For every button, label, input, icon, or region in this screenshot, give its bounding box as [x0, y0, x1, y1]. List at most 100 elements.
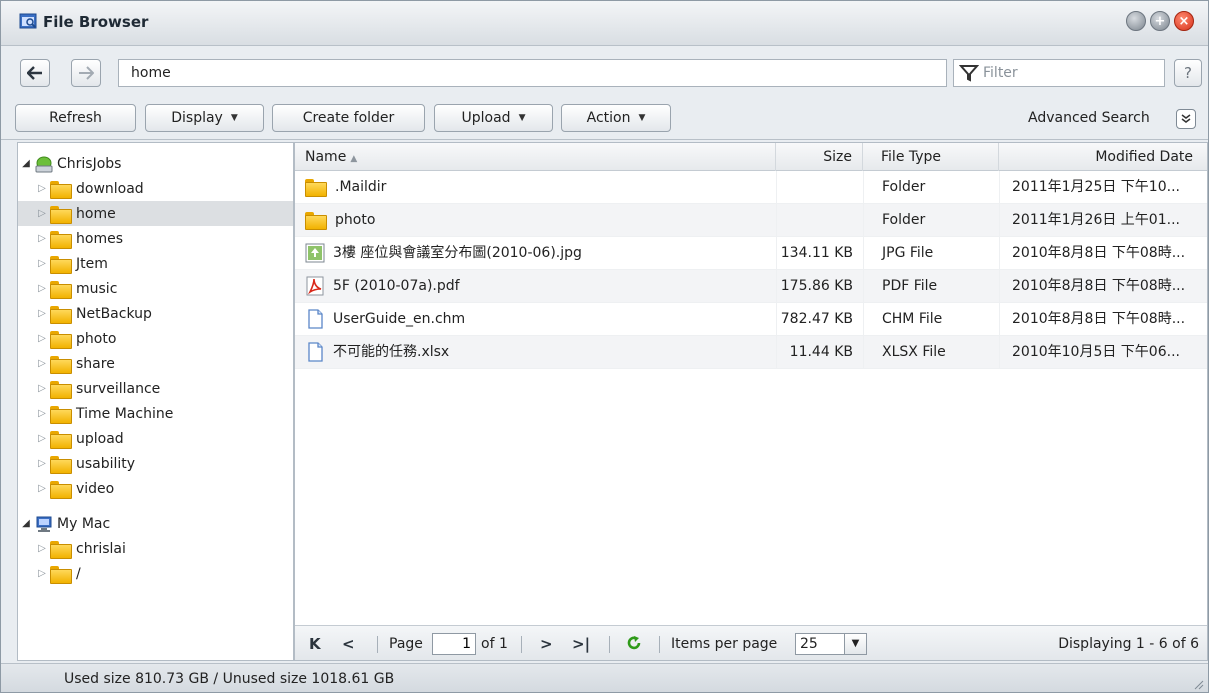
tree-folder-label: Jtem: [76, 255, 108, 272]
minimize-button[interactable]: [1126, 11, 1146, 31]
file-name: .Maildir: [335, 179, 387, 195]
table-row[interactable]: 不可能的任務.xlsx 11.44 KB XLSX File 2010年10月5日 下…: [295, 336, 1207, 369]
cell-type: XLSX File: [863, 336, 999, 368]
collapsed-arrow-icon[interactable]: ▷: [34, 308, 50, 319]
filter-field[interactable]: [953, 59, 1165, 87]
table-row[interactable]: 5F (2010-07a).pdf 175.86 KB PDF File 2010年8…: [295, 270, 1207, 303]
last-page-button[interactable]: >|: [572, 626, 590, 660]
collapsed-arrow-icon[interactable]: ▷: [34, 433, 50, 444]
tree-node-server-folder[interactable]: ▷ usability: [18, 451, 293, 476]
tree-node-server-folder[interactable]: ▷ homes: [18, 226, 293, 251]
expanded-arrow-icon[interactable]: ◢: [18, 518, 34, 529]
collapsed-arrow-icon[interactable]: ▷: [34, 233, 50, 244]
tree-node-server-folder[interactable]: ▷ upload: [18, 426, 293, 451]
first-page-button[interactable]: K: [309, 626, 321, 660]
tree-folder-label: download: [76, 180, 144, 197]
server-icon: [35, 156, 53, 172]
previous-page-button[interactable]: <: [342, 626, 355, 660]
cell-date: 2010年8月8日 下午08時...: [999, 237, 1207, 269]
folder-icon: [50, 280, 72, 299]
collapsed-arrow-icon[interactable]: ▷: [34, 183, 50, 194]
cell-type: CHM File: [863, 303, 999, 335]
display-menu-button[interactable]: Display ▼: [145, 104, 264, 132]
action-label: Action: [586, 110, 631, 126]
column-header-name[interactable]: Name ▲: [295, 143, 776, 171]
tree-node-server-folder[interactable]: ▷ Jtem: [18, 251, 293, 276]
cell-date: 2010年10月5日 下午06...: [999, 336, 1207, 368]
collapsed-arrow-icon[interactable]: ▷: [34, 408, 50, 419]
items-per-page-value: 25: [800, 636, 818, 652]
tree-folder-label: Time Machine: [76, 405, 174, 422]
items-per-page-select[interactable]: 25 ▼: [795, 633, 867, 655]
upload-menu-button[interactable]: Upload ▼: [434, 104, 553, 132]
table-row[interactable]: photo Folder 2011年1月26日 上午01...: [295, 204, 1207, 237]
tree-node-server-folder[interactable]: ▷ Time Machine: [18, 401, 293, 426]
tree-node-server-folder[interactable]: ▷ video: [18, 476, 293, 501]
tree-node-server-folder[interactable]: ▷ share: [18, 351, 293, 376]
resize-grip-icon[interactable]: [1192, 678, 1204, 690]
tree-folder-label: video: [76, 480, 115, 497]
column-header-date[interactable]: Modified Date: [999, 143, 1207, 171]
tree-node-server[interactable]: ◢ ChrisJobs: [18, 151, 293, 176]
next-page-button[interactable]: >: [540, 626, 553, 660]
server-children: ▷ download ▷ home ▷ homes ▷ Jtem ▷ music ▷ NetBacku…: [18, 176, 293, 501]
back-button[interactable]: [20, 59, 50, 87]
tree-folder-label: surveillance: [76, 380, 161, 397]
refresh-icon: [627, 636, 641, 650]
collapsed-arrow-icon[interactable]: ▷: [34, 543, 50, 554]
expand-advanced-search-button[interactable]: [1176, 109, 1196, 129]
cell-name: 3樓 座位與會議室分布圖(2010-06).jpg: [305, 237, 775, 269]
file-name: 不可能的任務.xlsx: [333, 344, 450, 360]
tree-node-server-folder[interactable]: ▷ music: [18, 276, 293, 301]
refresh-label: Refresh: [49, 110, 102, 126]
action-menu-button[interactable]: Action ▼: [561, 104, 671, 132]
collapsed-arrow-icon[interactable]: ▷: [34, 483, 50, 494]
path-input[interactable]: [118, 59, 947, 87]
refresh-list-button[interactable]: [626, 626, 642, 660]
collapsed-arrow-icon[interactable]: ▷: [34, 258, 50, 269]
cell-size: 134.11 KB: [776, 237, 863, 269]
cell-type: PDF File: [863, 270, 999, 302]
expanded-arrow-icon[interactable]: ◢: [18, 158, 34, 169]
tree-folder-label: music: [76, 280, 118, 297]
create-folder-button[interactable]: Create folder: [272, 104, 425, 132]
tree-node-server-folder[interactable]: ▷ photo: [18, 326, 293, 351]
page-number-input[interactable]: [432, 633, 476, 655]
double-chevron-down-icon: [1181, 114, 1191, 123]
tree-node-server-folder[interactable]: ▷ surveillance: [18, 376, 293, 401]
collapsed-arrow-icon[interactable]: ▷: [34, 283, 50, 294]
folder-icon: [50, 355, 72, 374]
collapsed-arrow-icon[interactable]: ▷: [34, 358, 50, 369]
collapsed-arrow-icon[interactable]: ▷: [34, 458, 50, 469]
table-row[interactable]: 3樓 座位與會議室分布圖(2010-06).jpg 134.11 KB JPG Fi…: [295, 237, 1207, 270]
tree-node-local[interactable]: ◢ My Mac: [18, 511, 293, 536]
tree-node-local-folder[interactable]: ▷ chrislai: [18, 536, 293, 561]
cell-size: 782.47 KB: [776, 303, 863, 335]
tree-node-server-folder[interactable]: ▷ NetBackup: [18, 301, 293, 326]
table-row[interactable]: UserGuide_en.chm 782.47 KB CHM File 2010年8月…: [295, 303, 1207, 336]
forward-button[interactable]: [71, 59, 101, 87]
displaying-summary: Displaying 1 - 6 of 6: [1058, 636, 1199, 652]
chevron-down-icon[interactable]: ▼: [844, 634, 866, 654]
advanced-search-link[interactable]: Advanced Search: [1028, 110, 1150, 126]
close-button[interactable]: ×: [1174, 11, 1194, 31]
tree-node-local-folder[interactable]: ▷ /: [18, 561, 293, 586]
folder-icon: [50, 480, 72, 499]
window-title: File Browser: [43, 13, 149, 31]
collapsed-arrow-icon[interactable]: ▷: [34, 383, 50, 394]
refresh-button[interactable]: Refresh: [15, 104, 136, 132]
arrow-left-icon: [27, 66, 42, 80]
filter-input[interactable]: [979, 64, 1159, 82]
table-row[interactable]: .Maildir Folder 2011年1月25日 下午10...: [295, 171, 1207, 204]
file-browser-app-icon: [19, 13, 37, 29]
maximize-button[interactable]: +: [1150, 11, 1170, 31]
tree-node-server-folder[interactable]: ▷ download: [18, 176, 293, 201]
column-header-type[interactable]: File Type: [863, 143, 999, 171]
collapsed-arrow-icon[interactable]: ▷: [34, 333, 50, 344]
collapsed-arrow-icon[interactable]: ▷: [34, 568, 50, 579]
folder-icon: [305, 179, 327, 197]
collapsed-arrow-icon[interactable]: ▷: [34, 208, 50, 219]
help-button[interactable]: ?: [1174, 59, 1202, 87]
column-header-size[interactable]: Size: [776, 143, 863, 171]
tree-node-server-folder[interactable]: ▷ home: [18, 201, 293, 226]
